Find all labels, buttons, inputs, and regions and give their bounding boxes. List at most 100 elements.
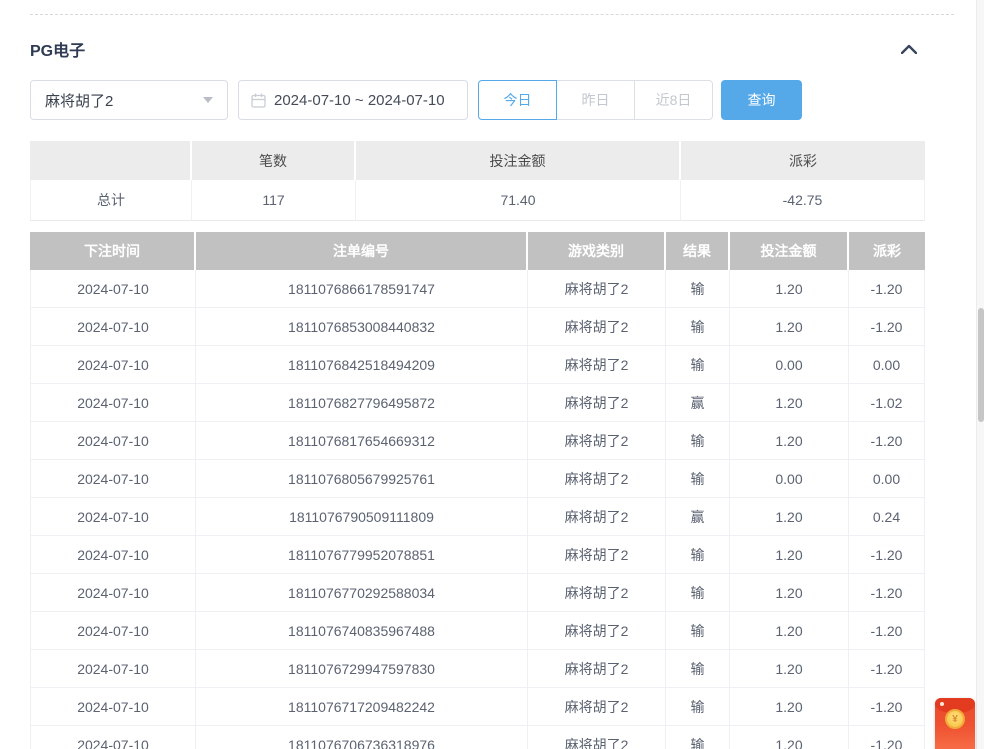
table-cell: 1811076817654669312 — [196, 422, 528, 460]
column-header: 结果 — [666, 232, 730, 270]
table-cell: 0.24 — [849, 498, 925, 536]
records-body: 2024-07-101811076866178591747麻将胡了2输1.20-… — [30, 270, 925, 749]
table-cell: -1.20 — [849, 536, 925, 574]
table-cell: 麻将胡了2 — [528, 612, 666, 650]
table-cell: 0.00 — [730, 460, 849, 498]
table-cell: 输 — [666, 346, 730, 384]
calendar-icon — [251, 93, 266, 108]
table-cell: 71.40 — [356, 180, 681, 221]
table-cell: 1.20 — [730, 498, 849, 536]
table-cell: 1.20 — [730, 726, 849, 749]
table-cell: 0.00 — [849, 346, 925, 384]
red-envelope-icon[interactable]: ¥ — [935, 698, 975, 749]
table-cell: 2024-07-10 — [30, 346, 196, 384]
table-row: 总计11771.40-42.75 — [30, 180, 925, 221]
table-cell: 117 — [192, 180, 356, 221]
table-row: 2024-07-101811076805679925761麻将胡了2输0.000… — [30, 460, 925, 498]
column-header: 投注金额 — [730, 232, 849, 270]
scrollbar-thumb[interactable] — [978, 308, 984, 422]
chevron-down-icon — [203, 97, 213, 103]
column-header: 笔数 — [192, 141, 356, 180]
table-cell: 输 — [666, 270, 730, 308]
table-cell: -42.75 — [681, 180, 925, 221]
yesterday-button[interactable]: 昨日 — [556, 80, 635, 120]
table-row: 2024-07-101811076853008440832麻将胡了2输1.20-… — [30, 308, 925, 346]
table-row: 2024-07-101811076770292588034麻将胡了2输1.20-… — [30, 574, 925, 612]
last-8-days-button[interactable]: 近8日 — [634, 80, 713, 120]
table-row: 2024-07-101811076729947597830麻将胡了2输1.20-… — [30, 650, 925, 688]
betting-records-page: PG电子 麻将胡了2 2024-07-10 ~ 2024-07-10 — [0, 0, 984, 749]
table-row: 2024-07-101811076817654669312麻将胡了2输1.20-… — [30, 422, 925, 460]
quick-date-button-group: 今日 昨日 近8日 — [478, 80, 713, 120]
table-cell: 1.20 — [730, 612, 849, 650]
table-cell: -1.20 — [849, 650, 925, 688]
table-cell: 麻将胡了2 — [528, 460, 666, 498]
chevron-up-icon — [901, 44, 917, 54]
column-header — [30, 141, 192, 180]
table-cell: 2024-07-10 — [30, 688, 196, 726]
table-cell: -1.20 — [849, 270, 925, 308]
table-cell: 0.00 — [849, 460, 925, 498]
table-cell: 2024-07-10 — [30, 308, 196, 346]
pg-panel: PG电子 麻将胡了2 2024-07-10 ~ 2024-07-10 — [30, 14, 925, 749]
table-cell: 输 — [666, 422, 730, 460]
records-table: 下注时间注单编号游戏类别结果投注金额派彩 2024-07-10181107686… — [30, 232, 925, 749]
table-cell: 输 — [666, 688, 730, 726]
table-cell: -1.20 — [849, 308, 925, 346]
filter-toolbar: 麻将胡了2 2024-07-10 ~ 2024-07-10 今日 昨日 近8日 … — [30, 80, 925, 120]
table-cell: 输 — [666, 726, 730, 749]
table-cell: 1.20 — [730, 308, 849, 346]
table-cell: 1811076770292588034 — [196, 574, 528, 612]
table-cell: 输 — [666, 536, 730, 574]
table-cell: 赢 — [666, 384, 730, 422]
table-cell: 2024-07-10 — [30, 574, 196, 612]
table-cell: 1811076853008440832 — [196, 308, 528, 346]
table-cell: -1.20 — [849, 688, 925, 726]
today-button[interactable]: 今日 — [478, 80, 557, 120]
table-cell: 麻将胡了2 — [528, 726, 666, 749]
table-cell: -1.02 — [849, 384, 925, 422]
column-header: 投注金额 — [356, 141, 681, 180]
table-cell: 2024-07-10 — [30, 536, 196, 574]
table-cell: 输 — [666, 574, 730, 612]
table-cell: 总计 — [30, 180, 192, 221]
table-cell: 麻将胡了2 — [528, 422, 666, 460]
table-cell: 1.20 — [730, 536, 849, 574]
table-cell: 1.20 — [730, 270, 849, 308]
column-header: 派彩 — [681, 141, 925, 180]
search-button[interactable]: 查询 — [721, 80, 802, 120]
table-cell: 1811076790509111809 — [196, 498, 528, 536]
table-cell: 麻将胡了2 — [528, 498, 666, 536]
table-cell: 2024-07-10 — [30, 726, 196, 749]
table-cell: 输 — [666, 460, 730, 498]
summary-table: 笔数投注金额派彩 总计11771.40-42.75 — [30, 141, 925, 221]
table-cell: 麻将胡了2 — [528, 346, 666, 384]
table-cell: 麻将胡了2 — [528, 574, 666, 612]
summary-body: 总计11771.40-42.75 — [30, 180, 925, 221]
table-cell: 1.20 — [730, 422, 849, 460]
table-cell: 麻将胡了2 — [528, 650, 666, 688]
game-select[interactable]: 麻将胡了2 — [30, 80, 228, 120]
game-select-value: 麻将胡了2 — [45, 90, 113, 111]
table-cell: 麻将胡了2 — [528, 308, 666, 346]
table-row: 2024-07-101811076842518494209麻将胡了2输0.000… — [30, 346, 925, 384]
table-cell: 2024-07-10 — [30, 650, 196, 688]
collapse-button[interactable] — [897, 37, 921, 61]
table-cell: 1811076779952078851 — [196, 536, 528, 574]
table-cell: 1.20 — [730, 384, 849, 422]
table-cell: 赢 — [666, 498, 730, 536]
red-envelope-clasp — [940, 702, 944, 706]
table-row: 2024-07-101811076740835967488麻将胡了2输1.20-… — [30, 612, 925, 650]
table-cell: -1.20 — [849, 422, 925, 460]
panel-header: PG电子 — [30, 36, 925, 62]
table-row: 2024-07-101811076779952078851麻将胡了2输1.20-… — [30, 536, 925, 574]
table-cell: 2024-07-10 — [30, 270, 196, 308]
table-row: 2024-07-101811076790509111809麻将胡了2赢1.200… — [30, 498, 925, 536]
table-cell: 2024-07-10 — [30, 460, 196, 498]
date-range-picker[interactable]: 2024-07-10 ~ 2024-07-10 — [238, 80, 468, 120]
scrollbar[interactable] — [976, 0, 984, 749]
gold-coin-icon: ¥ — [945, 709, 965, 729]
table-cell: 1.20 — [730, 574, 849, 612]
table-cell: -1.20 — [849, 612, 925, 650]
summary-header-row: 笔数投注金额派彩 — [30, 141, 925, 180]
